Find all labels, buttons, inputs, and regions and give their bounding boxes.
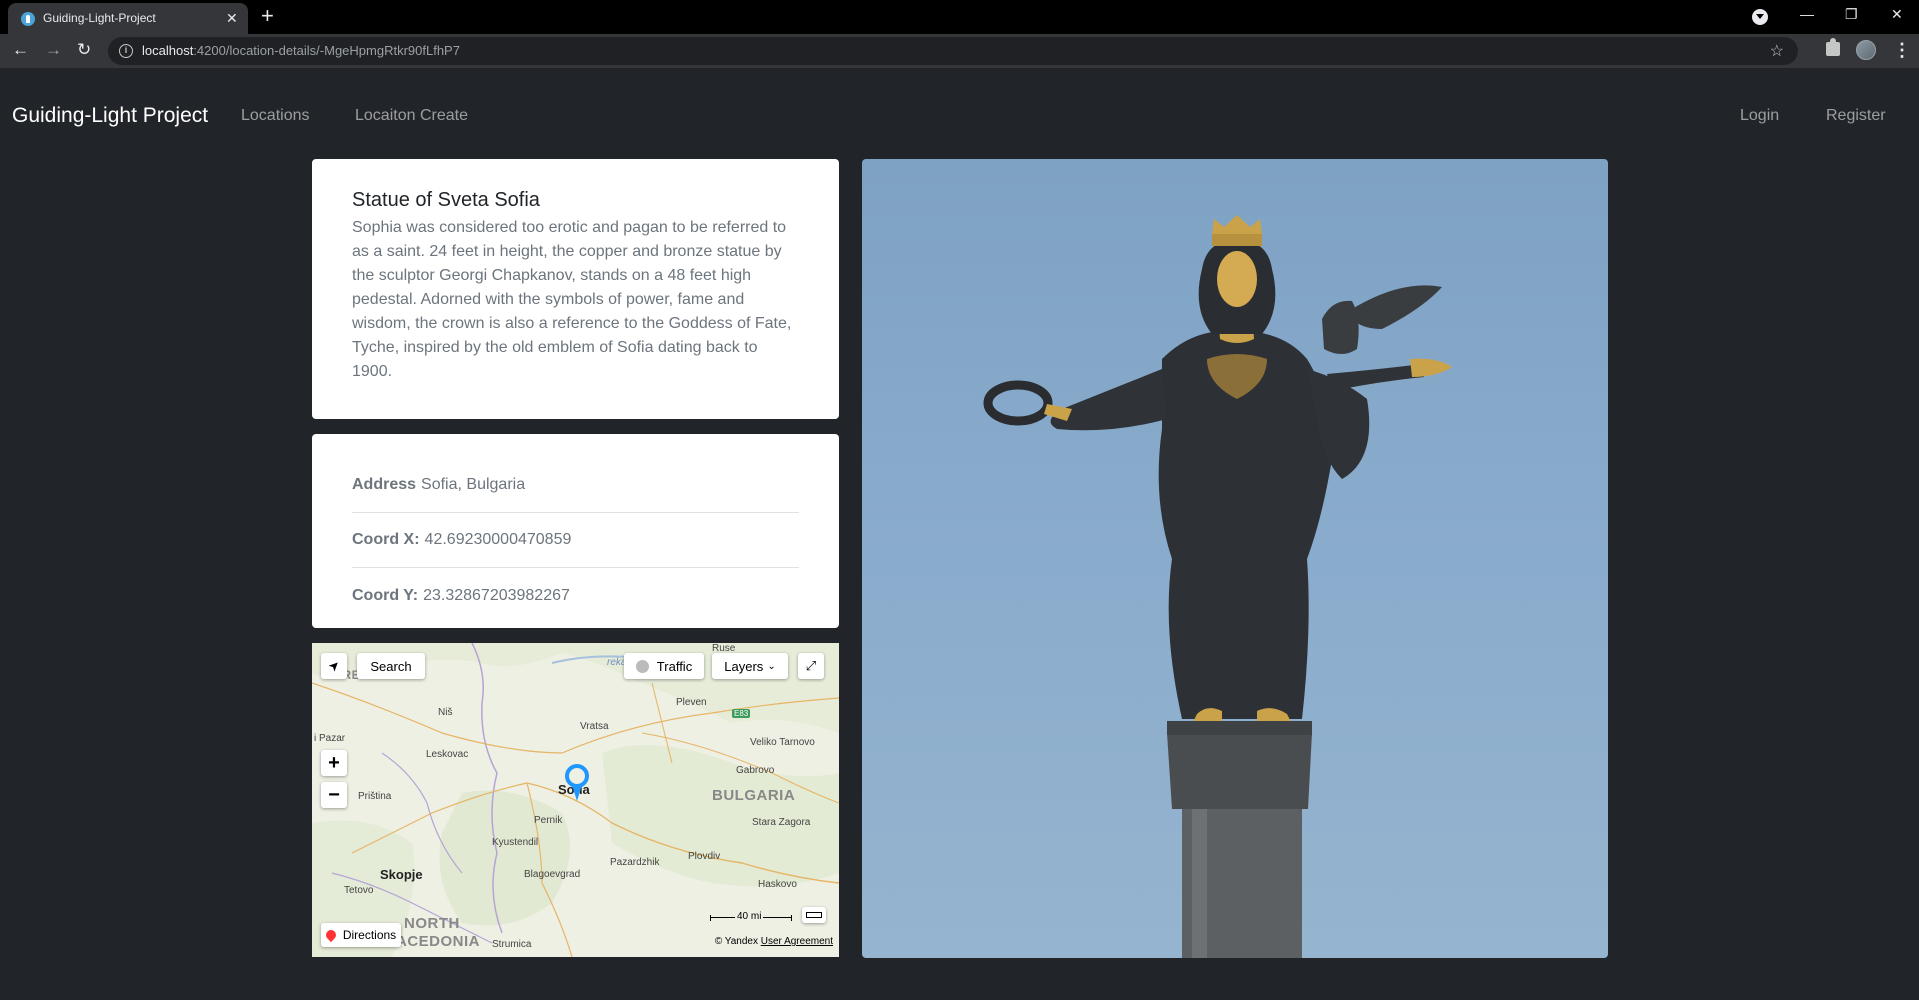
map-label-plovdiv: Plovdiv (688, 851, 721, 862)
map-label-blagoevgrad: Blagoevgrad (524, 869, 581, 880)
address-bar[interactable]: i localhost:4200/location-details/-MgeHp… (108, 37, 1798, 65)
ruler-icon (806, 912, 822, 918)
map-label-haskovo: Haskovo (758, 879, 797, 890)
map-label-kyustendil: Kyustendil (492, 837, 539, 848)
coord-y-row: Coord Y: 23.32867203982267 (352, 568, 799, 623)
map-label-pristina: Priština (358, 791, 392, 802)
map-label-veliko-tarnovo: Veliko Tarnovo (750, 737, 815, 748)
map-label-north: NORTH (404, 915, 460, 932)
traffic-light-icon (635, 659, 649, 673)
location-image (862, 159, 1608, 958)
location-description: Sophia was considered too erotic and pag… (352, 219, 792, 380)
map-scale-label: 40 mi (735, 911, 764, 922)
location-map[interactable]: Ruse reka SRBIJA Pleven E83 Niš Vratsa i… (312, 643, 839, 957)
geolocation-button[interactable]: ➤ (321, 653, 347, 679)
location-title: Statue of Sveta Sofia (352, 189, 540, 211)
map-label-vratsa: Vratsa (580, 721, 609, 732)
map-label-gabrovo: Gabrovo (736, 765, 775, 776)
map-label-tetovo: Tetovo (344, 885, 374, 896)
map-label-nis: Niš (438, 707, 453, 718)
coord-x-label: Coord X: (352, 531, 420, 548)
site-navbar: Guiding-Light Project Locations Locaiton… (0, 68, 1919, 163)
traffic-button[interactable]: Traffic (624, 653, 704, 679)
user-agreement-link[interactable]: User Agreement (761, 936, 833, 947)
details-card: Address Sofia, Bulgaria Coord X: 42.6923… (312, 434, 839, 628)
map-label-pazardzhik: Pazardzhik (610, 857, 660, 868)
nav-register-link[interactable]: Register (1826, 107, 1886, 125)
map-label-strumica: Strumica (492, 939, 532, 950)
geolocation-icon: ➤ (324, 656, 343, 675)
map-search-button[interactable]: Search (357, 653, 425, 679)
directions-button[interactable]: Directions (321, 923, 401, 947)
nav-locations-link[interactable]: Locations (241, 107, 310, 125)
browser-toolbar: ← → ↻ i localhost:4200/location-details/… (0, 34, 1919, 68)
maximize-button[interactable]: ❐ (1845, 6, 1858, 23)
brand-link[interactable]: Guiding-Light Project (12, 104, 208, 128)
coord-y-value: 23.32867203982267 (423, 586, 570, 604)
layers-button[interactable]: Layers ⌄ (712, 653, 788, 679)
menu-icon[interactable]: ⋮ (1893, 39, 1911, 61)
map-label-pernik: Pernik (534, 815, 563, 826)
address-label: Address (352, 476, 417, 493)
directions-label: Directions (342, 928, 397, 942)
traffic-label: Traffic (656, 658, 693, 674)
nav-location-create-link[interactable]: Locaiton Create (355, 107, 468, 125)
new-tab-button[interactable]: + (261, 4, 274, 28)
browser-tab[interactable]: Guiding-Light-Project ✕ (8, 3, 248, 34)
expand-icon: ⤢ (805, 658, 817, 673)
map-label-skopje: Skopje (380, 867, 423, 882)
map-label-stara-zagora: Stara Zagora (752, 817, 811, 828)
zoom-in-button[interactable]: + (321, 750, 347, 776)
coord-x-value: 42.69230000470859 (424, 531, 572, 548)
info-icon[interactable]: i (119, 44, 133, 58)
reload-icon[interactable]: ↻ (77, 40, 91, 60)
close-window-button[interactable]: ✕ (1891, 6, 1903, 23)
coord-x-row: Coord X: 42.69230000470859 (352, 513, 799, 568)
description-card: Statue of Sveta Sofia Sophia was conside… (312, 159, 839, 419)
tab-close-icon[interactable]: ✕ (226, 10, 238, 26)
tab-title: Guiding-Light-Project (43, 11, 156, 25)
profile-icon[interactable] (1856, 40, 1876, 60)
browser-tabstrip: Guiding-Light-Project ✕ + — ❐ ✕ (0, 0, 1919, 34)
extensions-icon[interactable] (1826, 38, 1840, 56)
map-label-e83: E83 (732, 709, 751, 718)
minimize-button[interactable]: — (1800, 6, 1814, 22)
zoom-out-button[interactable]: − (321, 782, 347, 808)
chevron-down-icon: ⌄ (767, 660, 776, 672)
map-attribution: © Yandex User Agreement (715, 936, 833, 947)
address-value: Sofia, Bulgaria (421, 476, 526, 493)
fullscreen-button[interactable]: ⤢ (798, 653, 824, 679)
site-favicon-icon (21, 12, 35, 26)
map-label-leskovac: Leskovac (426, 749, 469, 760)
media-control-icon[interactable] (1752, 9, 1768, 25)
coord-y-label: Coord Y: (352, 586, 419, 604)
statue-image (983, 215, 1452, 958)
map-label-pazar: i Pazar (314, 733, 346, 744)
map-label-bulgaria: BULGARIA (712, 787, 796, 804)
map-label-macedonia: ACEDONIA (396, 933, 481, 950)
back-icon[interactable]: ← (12, 40, 29, 60)
nav-login-link[interactable]: Login (1740, 107, 1779, 125)
forward-icon[interactable]: → (45, 40, 62, 60)
ruler-button[interactable] (802, 907, 826, 923)
star-icon[interactable]: ☆ (1770, 41, 1784, 61)
layers-label: Layers (724, 658, 764, 674)
url-text[interactable]: localhost:4200/location-details/-MgeHpmg… (142, 43, 460, 58)
address-row: Address Sofia, Bulgaria (352, 458, 799, 513)
map-attribution-label: © Yandex (714, 936, 758, 947)
map-label-pleven: Pleven (676, 697, 707, 708)
pin-icon (323, 927, 338, 943)
location-marker-icon[interactable] (564, 763, 590, 803)
